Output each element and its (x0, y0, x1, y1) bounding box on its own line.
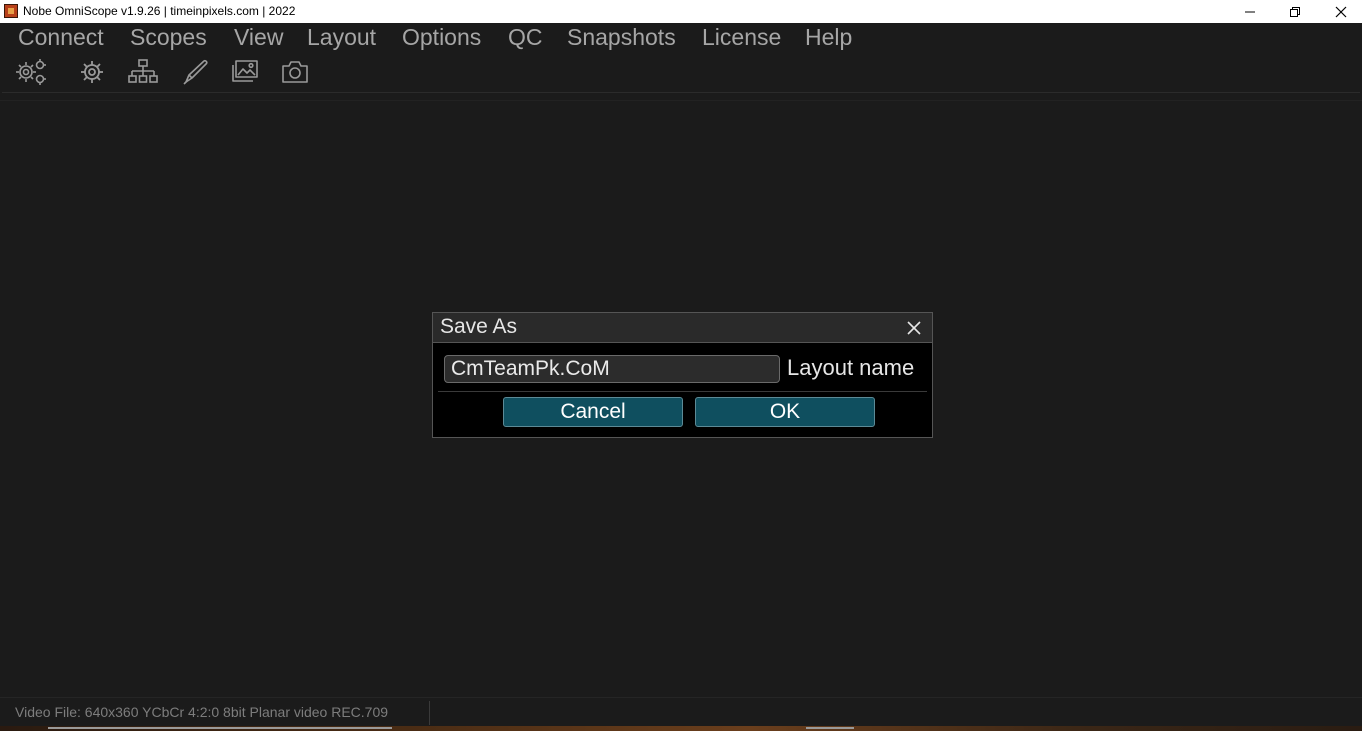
snapshot-button[interactable] (278, 55, 312, 89)
pen-icon (183, 59, 208, 85)
gallery-button[interactable] (228, 55, 262, 89)
menu-license[interactable]: License (702, 24, 781, 50)
close-icon (907, 321, 921, 335)
scroll-thumb (806, 727, 854, 729)
save-as-dialog: Save As Layout name Cancel OK (432, 312, 933, 438)
images-icon (232, 60, 258, 82)
menu-bar: Connect Scopes View Layout Options QC Sn… (0, 23, 1362, 51)
dialog-divider (438, 391, 927, 392)
menu-view[interactable]: View (234, 24, 283, 50)
menu-snapshots[interactable]: Snapshots (567, 24, 676, 50)
dialog-title-bar: Save As (433, 313, 932, 343)
menu-qc[interactable]: QC (508, 24, 543, 50)
menu-scopes[interactable]: Scopes (130, 24, 207, 50)
camera-icon (282, 61, 308, 83)
toolbar-divider (2, 92, 1360, 93)
cancel-button[interactable]: Cancel (503, 397, 683, 427)
scroll-track (48, 727, 392, 729)
menu-options[interactable]: Options (402, 24, 481, 50)
menu-help[interactable]: Help (805, 24, 852, 50)
close-window-button[interactable] (1318, 0, 1362, 23)
dialog-title: Save As (440, 315, 518, 338)
status-bar: Video File: 640x360 YCbCr 4:2:0 8bit Pla… (0, 697, 1362, 727)
layout-name-label: Layout name (787, 355, 915, 380)
network-button[interactable] (126, 55, 160, 89)
minimize-icon (1245, 11, 1255, 12)
scope-settings-button[interactable] (14, 55, 48, 89)
title-bar: Nobe OmniScope v1.9.26 | timeinpixels.co… (0, 0, 1362, 23)
app-window: Nobe OmniScope v1.9.26 | timeinpixels.co… (0, 0, 1362, 731)
gear-icon (81, 61, 103, 83)
network-icon (128, 59, 158, 83)
menu-connect[interactable]: Connect (18, 24, 104, 50)
menu-layout[interactable]: Layout (307, 24, 376, 50)
minimize-button[interactable] (1227, 0, 1273, 23)
close-icon (1335, 6, 1347, 17)
restore-button[interactable] (1272, 0, 1318, 23)
status-text: Video File: 640x360 YCbCr 4:2:0 8bit Pla… (15, 704, 389, 720)
multi-gear-icon (16, 59, 46, 85)
ok-button[interactable]: OK (695, 397, 875, 427)
window-title: Nobe OmniScope v1.9.26 | timeinpixels.co… (23, 4, 296, 18)
layout-name-input[interactable] (444, 355, 780, 383)
settings-button[interactable] (75, 55, 109, 89)
app-logo-icon (4, 4, 18, 18)
dialog-close-button[interactable] (905, 319, 923, 337)
status-divider (429, 701, 430, 725)
restore-icon (1290, 6, 1300, 17)
draw-button[interactable] (179, 55, 213, 89)
